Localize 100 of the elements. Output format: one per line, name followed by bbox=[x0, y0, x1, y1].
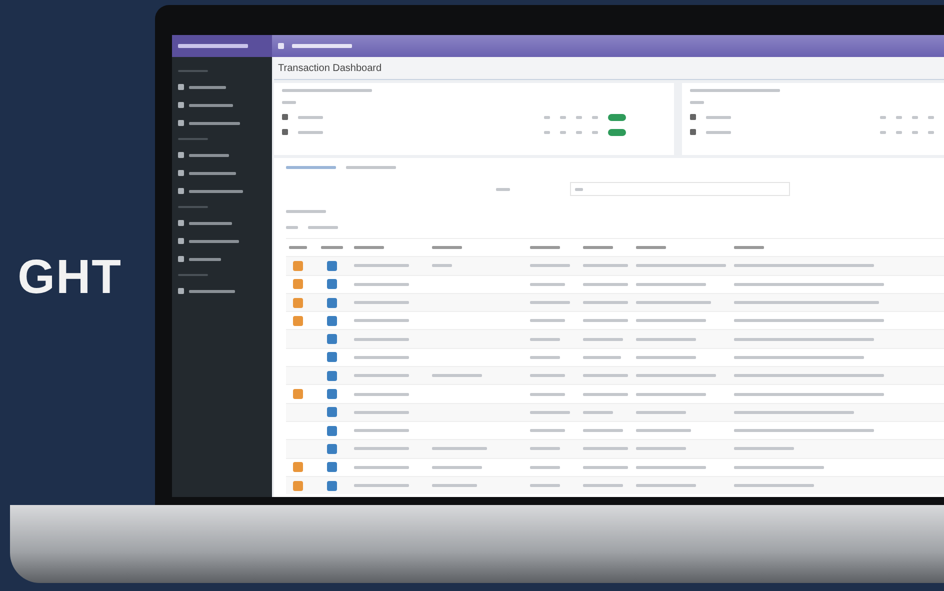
menu-item-icon[interactable] bbox=[178, 102, 184, 108]
blurred-text bbox=[286, 226, 298, 228]
menu-item-icon[interactable] bbox=[178, 152, 184, 158]
assign-button[interactable] bbox=[327, 298, 337, 308]
assign-button[interactable] bbox=[327, 352, 337, 362]
blurred-text bbox=[189, 172, 236, 174]
blurred-text bbox=[530, 264, 570, 268]
row-icon bbox=[282, 114, 288, 120]
blurred-text bbox=[189, 290, 235, 292]
assign-button[interactable] bbox=[327, 316, 337, 326]
blurred-text bbox=[928, 130, 934, 134]
blurred-text bbox=[636, 392, 706, 396]
blurred-text bbox=[178, 44, 248, 48]
menu-item-icon[interactable] bbox=[178, 256, 184, 262]
blurred-text bbox=[189, 122, 240, 124]
blurred-text bbox=[346, 166, 396, 168]
blurred-text bbox=[189, 154, 229, 156]
blurred-text bbox=[583, 429, 623, 432]
blurred-text bbox=[636, 429, 691, 432]
blurred-text bbox=[636, 447, 686, 450]
blurred-text bbox=[880, 130, 886, 134]
blurred-text bbox=[189, 240, 239, 242]
blurred-text bbox=[354, 356, 409, 359]
blurred-text bbox=[636, 319, 706, 322]
menu-item-icon[interactable] bbox=[178, 170, 184, 176]
blurred-text bbox=[544, 116, 550, 118]
blurred-text bbox=[354, 319, 409, 322]
action-button[interactable] bbox=[293, 480, 303, 490]
menu-item-icon[interactable] bbox=[178, 238, 184, 244]
blurred-text bbox=[560, 130, 566, 134]
blurred-text bbox=[530, 356, 560, 359]
blurred-text bbox=[530, 319, 565, 322]
blurred-text bbox=[354, 374, 409, 378]
blurred-text bbox=[286, 210, 326, 212]
blurred-text bbox=[289, 246, 307, 250]
blurred-text bbox=[432, 484, 477, 487]
blurred-text bbox=[354, 392, 409, 396]
blurred-text bbox=[575, 188, 583, 190]
assign-button[interactable] bbox=[327, 370, 337, 381]
action-button[interactable] bbox=[293, 279, 303, 290]
menu-item-icon[interactable] bbox=[178, 220, 184, 226]
blurred-text bbox=[189, 258, 221, 260]
blurred-text bbox=[734, 447, 794, 450]
assign-button[interactable] bbox=[327, 407, 337, 418]
blurred-text bbox=[583, 374, 628, 378]
blurred-text bbox=[354, 338, 409, 341]
action-button[interactable] bbox=[293, 389, 303, 400]
assign-button[interactable] bbox=[327, 444, 337, 454]
blurred-text bbox=[530, 338, 560, 341]
assign-button[interactable] bbox=[327, 334, 337, 344]
blurred-text bbox=[530, 246, 560, 250]
filter-field[interactable] bbox=[570, 182, 790, 196]
blurred-text bbox=[583, 466, 628, 469]
blurred-text bbox=[530, 466, 560, 469]
blurred-text bbox=[189, 222, 232, 224]
blurred-text bbox=[530, 484, 560, 487]
blurred-text bbox=[896, 116, 902, 118]
assign-button[interactable] bbox=[327, 260, 337, 271]
menu-item-icon[interactable] bbox=[178, 84, 184, 90]
blurred-text bbox=[583, 246, 613, 250]
blurred-text bbox=[706, 116, 731, 118]
assign-button[interactable] bbox=[327, 462, 337, 472]
assign-button[interactable] bbox=[327, 279, 337, 290]
blurred-text bbox=[432, 374, 482, 378]
blurred-text bbox=[354, 466, 409, 469]
blurred-text bbox=[928, 116, 934, 118]
menu-icon[interactable] bbox=[278, 43, 284, 49]
blurred-text bbox=[496, 188, 510, 190]
blurred-text bbox=[354, 447, 409, 450]
page-title: Transaction Dashboard bbox=[278, 62, 382, 74]
action-button[interactable] bbox=[293, 316, 303, 326]
blurred-text bbox=[706, 130, 731, 134]
blurred-text bbox=[432, 246, 462, 250]
menu-item-icon[interactable] bbox=[178, 288, 184, 294]
blurred-text bbox=[298, 116, 323, 118]
assign-button[interactable] bbox=[327, 480, 337, 490]
blurred-text bbox=[880, 116, 886, 118]
blurred-text bbox=[583, 338, 623, 341]
blurred-text bbox=[530, 447, 560, 450]
blurred-text bbox=[308, 226, 338, 228]
blurred-text bbox=[189, 190, 243, 192]
row-icon bbox=[282, 129, 288, 135]
blurred-text bbox=[530, 301, 570, 304]
action-button[interactable] bbox=[293, 462, 303, 472]
menu-item-icon[interactable] bbox=[178, 188, 184, 194]
blurred-text bbox=[189, 104, 233, 106]
blurred-text bbox=[583, 356, 621, 359]
blurred-text bbox=[592, 116, 598, 118]
action-button[interactable] bbox=[293, 298, 303, 308]
assign-button[interactable] bbox=[327, 389, 337, 400]
action-button[interactable] bbox=[293, 260, 303, 271]
blurred-text bbox=[530, 374, 565, 378]
blurred-text bbox=[576, 116, 582, 118]
blurred-text bbox=[354, 246, 384, 250]
blurred-text bbox=[530, 282, 565, 286]
blurred-text bbox=[583, 410, 613, 414]
assign-button[interactable] bbox=[327, 426, 337, 436]
blurred-text bbox=[530, 429, 565, 432]
blurred-text bbox=[298, 130, 323, 134]
menu-item-icon[interactable] bbox=[178, 120, 184, 126]
